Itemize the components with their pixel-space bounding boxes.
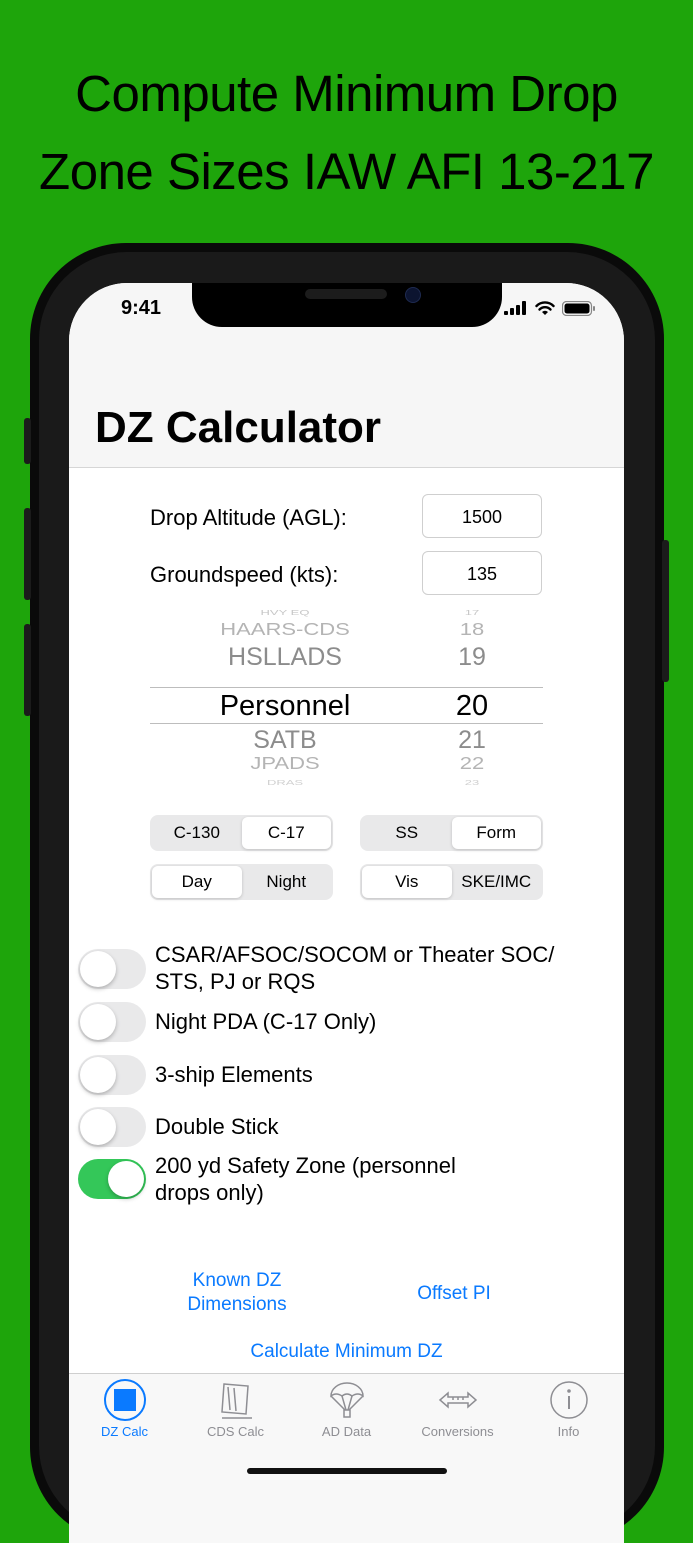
parachute-icon <box>329 1382 364 1418</box>
segment-form[interactable]: Form <box>451 817 541 849</box>
toggle-label: Double Stick <box>155 1114 279 1139</box>
status-time: 9:41 <box>121 297 162 319</box>
tab-info[interactable]: Info <box>513 1378 624 1439</box>
info-icon <box>549 1381 588 1419</box>
tab-cds-calc[interactable]: CDS Calc <box>180 1378 291 1439</box>
double-stick-switch[interactable] <box>78 1107 146 1147</box>
headline-line-2: Zone Sizes IAW AFI 13-217 <box>39 143 654 200</box>
groundspeed-input[interactable]: 135 <box>422 551 542 595</box>
headline-line-1: Compute Minimum Drop <box>75 65 618 122</box>
dz-calc-icon <box>103 1379 146 1421</box>
segment-ss[interactable]: SS <box>362 817 452 849</box>
night-pda-switch[interactable] <box>78 1002 146 1042</box>
tab-ad-data[interactable]: AD Data <box>291 1378 402 1439</box>
time-segmented-control[interactable]: Day Night <box>150 864 333 900</box>
tab-label: CDS Calc <box>206 1424 265 1439</box>
segment-c17[interactable]: C-17 <box>241 817 331 849</box>
mute-switch <box>24 418 31 464</box>
tab-conversions[interactable]: Conversions <box>402 1378 513 1439</box>
tab-label: DZ Calc <box>101 1424 148 1439</box>
tab-bar: DZ Calc CDS Calc AD Data Conversions Inf… <box>69 1373 624 1543</box>
picker-selection-bottom <box>150 723 543 724</box>
aircraft-segmented-control[interactable]: C-130 C-17 <box>150 815 333 851</box>
segment-day[interactable]: Day <box>152 866 242 898</box>
csar-switch[interactable] <box>78 949 146 989</box>
three-ship-switch[interactable] <box>78 1055 146 1095</box>
front-camera <box>405 287 421 303</box>
picker-row[interactable]: HVY EQ 17 <box>150 609 543 618</box>
weather-segmented-control[interactable]: Vis SKE/IMC <box>360 864 543 900</box>
offset-pi-link[interactable]: Offset PI <box>394 1282 514 1306</box>
volume-down-button <box>24 624 31 716</box>
segment-ske-imc[interactable]: SKE/IMC <box>452 866 542 898</box>
marketing-headline: Compute Minimum Drop Zone Sizes IAW AFI … <box>0 55 693 211</box>
drop-type-picker[interactable]: HVY EQ 17 HAARS-CDS 18 HSLLADS 19 Person… <box>150 609 543 791</box>
notch <box>192 283 502 327</box>
altitude-label: Drop Altitude (AGL): <box>150 505 347 530</box>
segment-vis[interactable]: Vis <box>362 866 452 898</box>
known-dz-dimensions-link[interactable]: Known DZ Dimensions <box>167 1269 307 1317</box>
tab-label: AD Data <box>321 1424 372 1439</box>
altitude-input[interactable]: 1500 <box>422 494 542 538</box>
toggle-label: Night PDA (C-17 Only) <box>155 1009 377 1034</box>
safety-zone-switch[interactable] <box>78 1159 146 1199</box>
segment-night[interactable]: Night <box>242 866 332 898</box>
power-button <box>662 540 669 682</box>
calculate-minimum-dz-button[interactable]: Calculate Minimum DZ <box>209 1340 484 1364</box>
toggle-label: 3-ship Elements <box>155 1062 313 1087</box>
tab-dz-calc[interactable]: DZ Calc <box>69 1378 180 1439</box>
segment-c130[interactable]: C-130 <box>152 817 242 849</box>
toggle-label: 200 yd Safety Zone (personnel drops only… <box>155 1153 456 1205</box>
wifi-icon <box>535 300 555 315</box>
volume-up-button <box>24 508 31 600</box>
home-indicator[interactable] <box>247 1468 447 1474</box>
page-title: DZ Calculator <box>95 403 382 452</box>
picker-selection-top <box>150 687 543 688</box>
tab-label: Conversions <box>421 1424 494 1439</box>
groundspeed-label: Groundspeed (kts): <box>150 562 339 587</box>
toggle-label: CSAR/AFSOC/SOCOM or Theater SOC/ STS, PJ… <box>155 942 555 994</box>
tab-label: Info <box>557 1424 580 1439</box>
picker-row[interactable]: DRAS 23 <box>150 779 543 788</box>
battery-icon <box>562 300 595 316</box>
cellular-signal-icon <box>504 301 526 315</box>
status-icons <box>504 300 596 316</box>
cds-calc-icon <box>220 1383 252 1419</box>
phone-screen: 9:41 DZ Calculator Drop Altitude (AGL): … <box>69 283 624 1543</box>
conversions-icon <box>438 1391 477 1409</box>
formation-segmented-control[interactable]: SS Form <box>360 815 543 851</box>
